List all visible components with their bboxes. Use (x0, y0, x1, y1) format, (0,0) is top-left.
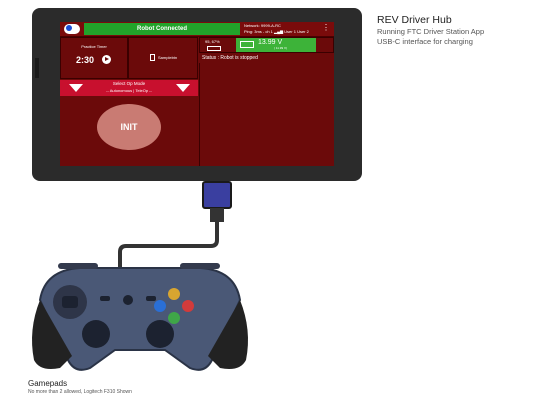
right-bumper[interactable] (180, 263, 220, 269)
hub-description-1: Running FTC Driver Station App (377, 27, 485, 36)
yellow-button[interactable] (168, 288, 180, 300)
hub-title: REV Driver Hub (377, 14, 452, 26)
start-button[interactable] (146, 296, 156, 301)
red-button[interactable] (182, 300, 194, 312)
green-button[interactable] (168, 312, 180, 324)
left-stick[interactable] (82, 320, 110, 348)
blue-button[interactable] (154, 300, 166, 312)
logitech-logo-icon (123, 295, 133, 305)
left-bumper[interactable] (58, 263, 98, 269)
right-stick[interactable] (146, 320, 174, 348)
hub-description-2: USB-C interface for charging (377, 37, 473, 46)
dpad-icon[interactable] (62, 296, 78, 308)
gamepad-diagram (32, 222, 248, 371)
gamepad-title: Gamepads (28, 379, 68, 388)
back-button[interactable] (100, 296, 110, 301)
gamepad-subtitle: No more than 2 allowed, Logitech F310 Sh… (28, 389, 132, 395)
